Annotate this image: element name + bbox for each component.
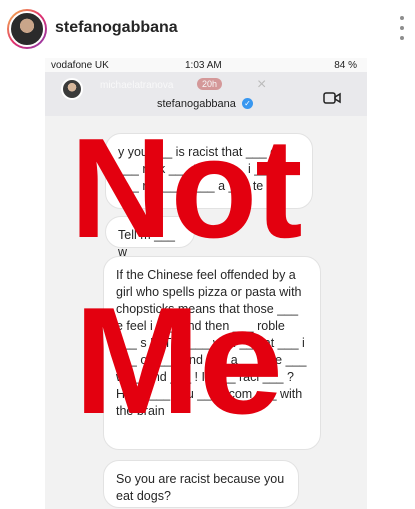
status-bar: vodafone UK 1:03 AM 84 %	[45, 58, 367, 72]
battery-label: 84 %	[334, 60, 357, 71]
avatar[interactable]	[7, 9, 47, 49]
message-bubble: Tell m ___ w	[105, 216, 195, 259]
embedded-screenshot: vodafone UK 1:03 AM 84 % michaelatranova…	[45, 58, 367, 509]
avatar-image	[9, 11, 45, 47]
close-icon[interactable]: ×	[257, 76, 266, 94]
post-username[interactable]: stefanogabbana	[55, 19, 178, 37]
story-avatar	[61, 78, 83, 100]
carrier-label: vodafone UK	[51, 60, 109, 71]
more-options-icon[interactable]	[399, 16, 405, 40]
post-header: stefanogabbana	[0, 0, 415, 58]
message-bubble: If the Chinese feel offended by a girl w…	[103, 256, 321, 450]
verified-badge-icon: ✓	[242, 98, 253, 109]
clock: 1:03 AM	[185, 60, 222, 71]
story-time: 20h	[197, 78, 223, 90]
video-call-icon[interactable]	[323, 91, 341, 105]
story-username: michaelatranova	[100, 80, 174, 91]
chat-username[interactable]: stefanogabbana	[157, 98, 236, 110]
message-bubble: So you are racist because you eat dogs?	[103, 460, 299, 508]
message-bubble: y you ___ is racist that ___ o? ___ nink…	[105, 133, 313, 209]
